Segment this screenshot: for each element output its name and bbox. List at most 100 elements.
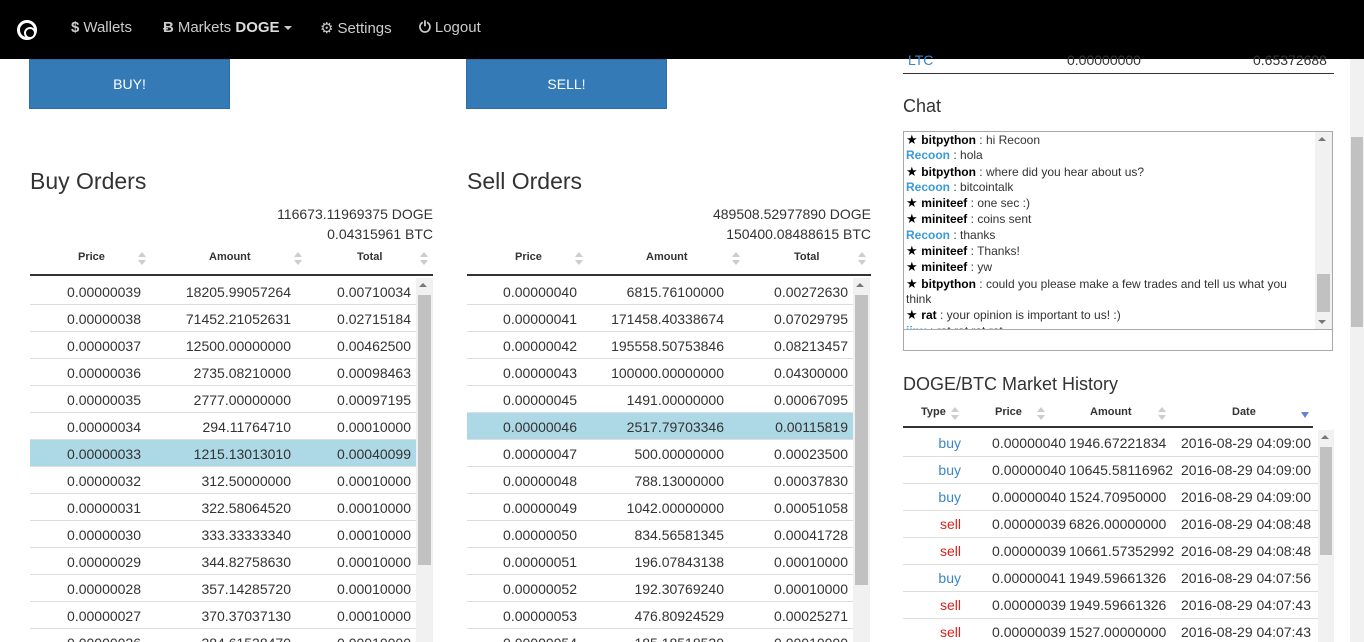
col-amount[interactable]: Amount [646, 251, 688, 263]
nav-settings[interactable]: ⚙ Settings [320, 19, 392, 37]
order-row[interactable]: 0.00000052 192.30769240 0.00010000 [467, 575, 853, 602]
scroll-up-icon[interactable] [1318, 137, 1326, 141]
order-row[interactable]: 0.00000049 1042.00000000 0.00051058 [467, 494, 853, 521]
sort-icon[interactable] [1037, 407, 1045, 421]
nav-markets-dropdown[interactable]: Ƀ Markets DOGE [163, 19, 292, 36]
scrollbar-thumb[interactable] [1320, 447, 1332, 555]
order-row[interactable]: 0.00000045 1491.00000000 0.00067095 [467, 386, 853, 413]
sort-icon[interactable] [951, 407, 959, 421]
scroll-up-icon[interactable] [1321, 435, 1329, 439]
order-row[interactable]: 0.00000035 2777.00000000 0.00097195 [30, 386, 416, 413]
col-price[interactable]: Price [515, 251, 542, 263]
sort-icon[interactable] [732, 252, 740, 266]
order-row[interactable]: 0.00000029 344.82758630 0.00010000 [30, 548, 416, 575]
col-date[interactable]: Date [1232, 406, 1256, 418]
market-history-scrollbar[interactable] [1318, 430, 1334, 642]
col-amount[interactable]: Amount [209, 251, 251, 263]
chat-messages[interactable]: ★ bitpython : hi Recoon Recoon : hola ★ bi… [903, 131, 1333, 330]
order-row[interactable]: 0.00000027 370.37037130 0.00010000 [30, 602, 416, 629]
order-row[interactable]: 0.00000026 384.61538470 0.00010000 [30, 629, 416, 642]
sort-icon[interactable] [575, 252, 583, 266]
col-type[interactable]: Type [921, 406, 946, 418]
chat-username[interactable]: rat [921, 308, 936, 322]
trade-type: sell [939, 597, 961, 613]
order-row[interactable]: 0.00000048 788.13000000 0.00037830 [467, 467, 853, 494]
scrollbar-thumb[interactable] [418, 295, 431, 565]
nav-wallets[interactable]: $ Wallets [71, 19, 132, 36]
sort-desc-icon[interactable] [1301, 412, 1309, 418]
order-row[interactable]: 0.00000037 12500.00000000 0.00462500 [30, 332, 416, 359]
nav-logout[interactable]: ⏻ Logout [419, 19, 481, 36]
sort-icon[interactable] [294, 252, 302, 266]
scrollbar-thumb[interactable] [1351, 137, 1363, 327]
order-row[interactable]: 0.00000031 322.58064520 0.00010000 [30, 494, 416, 521]
scroll-up-icon[interactable] [856, 283, 864, 287]
trade-date: 2016-08-29 04:08:48 [1181, 543, 1311, 559]
logo-icon[interactable] [17, 20, 37, 40]
col-price[interactable]: Price [78, 251, 105, 263]
chat-username[interactable]: bitpython [921, 277, 976, 291]
chat-scrollbar[interactable] [1315, 132, 1332, 329]
order-row[interactable]: 0.00000038 71452.21052631 0.02715184 [30, 305, 416, 332]
chat-username[interactable]: Recoon [906, 148, 950, 162]
chat-username[interactable]: miniteef [921, 196, 967, 210]
order-row[interactable]: 0.00000040 6815.76100000 0.00272630 [467, 278, 853, 305]
scrollbar-thumb[interactable] [1317, 274, 1330, 312]
order-total: 0.00041728 [774, 527, 848, 543]
order-row[interactable]: 0.00000030 333.33333340 0.00010000 [30, 521, 416, 548]
buy-orders-body[interactable]: 0.00000039 18205.99057264 0.00710034 0.0000… [30, 278, 416, 642]
sort-icon[interactable] [420, 252, 428, 266]
order-row[interactable]: 0.00000032 312.50000000 0.00010000 [30, 467, 416, 494]
order-row[interactable]: 0.00000043 100000.00000000 0.04300000 [467, 359, 853, 386]
order-row[interactable]: 0.00000028 357.14285720 0.00010000 [30, 575, 416, 602]
ltc-coin-link[interactable]: LTC [908, 52, 933, 68]
chat-username[interactable]: miniteef [921, 244, 967, 258]
sell-orders-body[interactable]: 0.00000040 6815.76100000 0.00272630 0.00000… [467, 278, 853, 642]
order-total: 0.02715184 [337, 311, 411, 327]
order-row[interactable]: 0.00000054 185.18518520 0.00010000 [467, 629, 853, 642]
market-history-body[interactable]: buy 0.00000040 1946.67221834 2016-08-29 04:… [903, 430, 1318, 642]
order-price: 0.00000032 [67, 473, 141, 489]
order-row[interactable]: 0.00000034 294.11764710 0.00010000 [30, 413, 416, 440]
chat-text: one sec :) [977, 196, 1031, 211]
trade-row: buy 0.00000040 1946.67221834 2016-08-29 04:… [903, 430, 1318, 457]
order-row[interactable]: 0.00000046 2517.79703346 0.00115819 [467, 413, 853, 440]
buy-button[interactable]: BUY! [29, 59, 230, 109]
order-price: 0.00000029 [67, 554, 141, 570]
order-row[interactable]: 0.00000033 1215.13013010 0.00040099 [30, 440, 416, 467]
chat-username[interactable]: miniteef [921, 260, 967, 274]
sell-orders-title: Sell Orders [467, 168, 583, 194]
order-row[interactable]: 0.00000041 171458.40338674 0.07029795 [467, 305, 853, 332]
scroll-up-icon[interactable] [419, 283, 427, 287]
scroll-down-icon[interactable] [1318, 320, 1326, 324]
order-row[interactable]: 0.00000050 834.56581345 0.00041728 [467, 521, 853, 548]
order-row[interactable]: 0.00000042 195558.50753846 0.08213457 [467, 332, 853, 359]
col-price[interactable]: Price [995, 406, 1022, 418]
chat-username[interactable]: miniteef [921, 212, 967, 226]
order-row[interactable]: 0.00000053 476.80924529 0.00025271 [467, 602, 853, 629]
col-amount[interactable]: Amount [1090, 406, 1132, 418]
chat-input[interactable] [903, 330, 1333, 351]
order-price: 0.00000047 [503, 446, 577, 462]
sell-button[interactable]: SELL! [466, 59, 667, 109]
order-price: 0.00000052 [503, 581, 577, 597]
chat-username[interactable]: Recoon [906, 180, 950, 194]
order-row[interactable]: 0.00000047 500.00000000 0.00023500 [467, 440, 853, 467]
sort-icon[interactable] [138, 252, 146, 266]
page-scrollbar[interactable] [1350, 59, 1364, 642]
col-total[interactable]: Total [357, 251, 382, 263]
buy-orders-scrollbar[interactable] [416, 278, 433, 642]
col-total[interactable]: Total [794, 251, 819, 263]
sort-icon[interactable] [858, 252, 866, 266]
chat-username[interactable]: bitpython [921, 165, 976, 179]
chat-username[interactable]: Recoon [906, 228, 950, 242]
order-row[interactable]: 0.00000051 196.07843138 0.00010000 [467, 548, 853, 575]
chat-message: ★ rat : your opinion is important to us!… [906, 307, 1314, 323]
order-price: 0.00000042 [503, 338, 577, 354]
chat-username[interactable]: bitpython [921, 133, 976, 147]
scrollbar-thumb[interactable] [855, 295, 868, 585]
order-row[interactable]: 0.00000039 18205.99057264 0.00710034 [30, 278, 416, 305]
sort-icon[interactable] [1158, 407, 1166, 421]
sell-orders-scrollbar[interactable] [853, 278, 870, 642]
order-row[interactable]: 0.00000036 2735.08210000 0.00098463 [30, 359, 416, 386]
